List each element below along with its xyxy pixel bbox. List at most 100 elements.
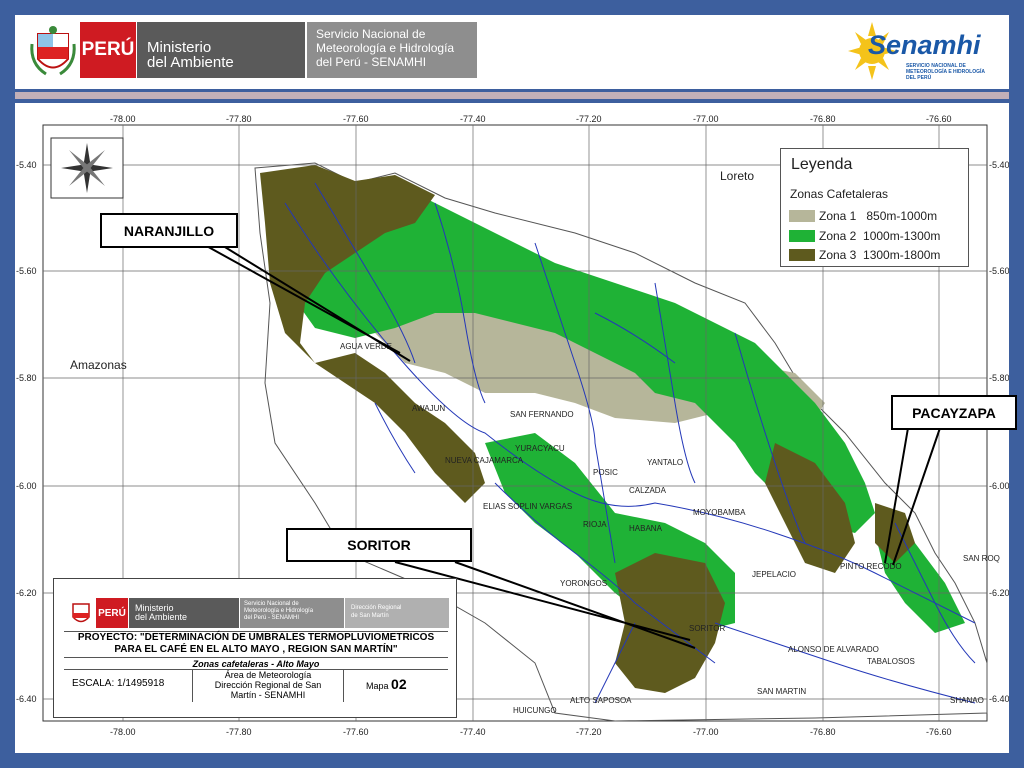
map-label: Mapa	[366, 681, 389, 691]
legend-label: Zona 2 1000m-1300m	[819, 228, 941, 243]
senamhi-line3: del Perú - SENAMHI	[316, 55, 427, 69]
area-line3: Martín - SENAMHI	[230, 690, 306, 700]
lat-tick: -5.60	[989, 266, 1009, 276]
callout-soritor: SORITOR	[286, 528, 472, 562]
legend-swatch	[789, 229, 815, 242]
lon-tick: -77.60	[343, 727, 369, 737]
senamhi-subtitle: SERVICIO NACIONAL DE METEOROLOGÍA E HIDR…	[906, 63, 985, 81]
direccion-label: Dirección Regional de San Martín	[345, 598, 449, 628]
ministerio-label: Ministerio del Ambiente	[129, 598, 239, 628]
town-label: SAN ROQ	[963, 554, 1000, 563]
compass-rose-icon	[50, 137, 124, 199]
town-label: CALZADA	[629, 486, 667, 495]
area-label: Área de Meteorología Dirección Regional …	[192, 670, 344, 702]
callout-naranjillo: NARANJILLO	[100, 213, 238, 248]
senamhi-wordmark: Senamhi	[868, 30, 981, 60]
lon-tick: -77.00	[693, 114, 719, 124]
senamhi-label: Servicio Nacional de Meteorología e Hidr…	[307, 22, 477, 78]
scale-label: ESCALA: 1/1495918	[72, 678, 165, 689]
title-block-footer: ESCALA: 1/1495918 Área de Meteorología D…	[64, 669, 448, 702]
lon-tick-labels-bottom: -78.00 -77.80 -77.60 -77.40 -77.20 -77.0…	[110, 727, 952, 737]
senamhi-line2: Meteorología e Hidrología	[244, 608, 314, 614]
lat-tick: -6.40	[16, 694, 37, 704]
town-label: POSIC	[593, 468, 618, 477]
town-label: ELIAS SOPLIN VARGAS	[483, 502, 572, 511]
town-label: SAN FERNANDO	[510, 410, 574, 419]
direccion-line2: de San Martín	[351, 613, 389, 619]
lat-tick: -5.40	[16, 160, 37, 170]
legend-swatch	[789, 209, 815, 222]
lat-tick: -6.00	[16, 481, 37, 491]
town-label: TABALOSOS	[867, 657, 915, 666]
town-label: SHANAO	[950, 696, 984, 705]
town-label: ALONSO DE ALVARADO	[788, 645, 879, 654]
area-line2: Dirección Regional de San	[214, 680, 322, 690]
town-label: SAN MARTIN	[757, 687, 806, 696]
lon-tick: -77.80	[226, 727, 252, 737]
legend-label: Zona 3 1300m-1800m	[819, 247, 941, 262]
town-label: NUEVA CAJAMARCA	[445, 456, 524, 465]
lat-tick: -5.80	[989, 373, 1009, 383]
project-line1: PROYECTO: "DETERMINACIÓN DE UMBRALES TER…	[77, 632, 435, 643]
town-label: HUICUNGO	[513, 706, 557, 715]
direccion-line1: Dirección Regional	[351, 605, 402, 611]
town-label: PINTO RECODO	[840, 562, 902, 571]
town-label: JEPELACIO	[752, 570, 796, 579]
lat-tick-labels-left: -5.40 -5.60 -5.80 -6.00 -6.20 -6.40	[16, 160, 37, 704]
header-separator	[15, 92, 1009, 99]
senamhi-line1: Servicio Nacional de	[244, 601, 299, 607]
project-title: PROYECTO: "DETERMINACIÓN DE UMBRALES TER…	[64, 631, 448, 658]
legend-item-zona1: Zona 1 850m-1000m	[789, 208, 938, 223]
lat-tick-labels-right: -5.40 -5.60 -5.80 -6.00 -6.20 -6.40	[989, 160, 1009, 704]
lon-tick: -78.00	[110, 727, 136, 737]
senamhi-line3: del Perú - SENAMHI	[244, 615, 300, 621]
legend-title: Leyenda	[791, 156, 853, 173]
ministerio-label: Ministerio del Ambiente	[137, 22, 305, 78]
legend-item-zona3: Zona 3 1300m-1800m	[789, 247, 941, 262]
senamhi-line1: Servicio Nacional de	[316, 27, 426, 41]
legend-label: Zona 1 850m-1000m	[819, 208, 938, 223]
lon-tick: -77.40	[460, 727, 486, 737]
lat-tick: -6.00	[989, 481, 1009, 491]
lon-tick-labels-top: -78.00 -77.80 -77.60 -77.40 -77.20 -77.0…	[110, 114, 952, 124]
ministerio-line2: del Ambiente	[147, 54, 234, 71]
lat-tick: -6.40	[989, 694, 1009, 704]
lon-tick: -77.80	[226, 114, 252, 124]
peru-brand: PERÚ	[80, 22, 136, 78]
senamhi-label: Servicio Nacional de Meteorología e Hidr…	[240, 598, 344, 628]
map-number-label: Mapa 02	[366, 676, 407, 692]
town-label: YURACYACU	[515, 444, 565, 453]
lon-tick: -77.20	[576, 114, 602, 124]
region-label-loreto: Loreto	[720, 169, 754, 183]
map-title-block: PERÚ Ministerio del Ambiente Servicio Na…	[53, 578, 457, 718]
lon-tick: -77.40	[460, 114, 486, 124]
peru-coat-of-arms-icon	[30, 26, 76, 76]
lat-tick: -5.80	[16, 373, 37, 383]
lat-tick: -6.20	[989, 588, 1009, 598]
town-label: SORITOR	[689, 624, 726, 633]
lat-tick: -6.20	[16, 588, 37, 598]
town-label: HABANA	[629, 524, 663, 533]
peru-coat-of-arms-icon	[72, 603, 90, 623]
legend-subtitle: Zonas Cafetaleras	[790, 187, 889, 201]
lon-tick: -77.00	[693, 727, 719, 737]
region-label-amazonas: Amazonas	[70, 358, 127, 372]
map-legend: Leyenda Zonas Cafetaleras Zona 1 850m-10…	[780, 148, 969, 267]
project-line2: PARA EL CAFÉ EN EL ALTO MAYO , REGION SA…	[114, 644, 398, 655]
town-label: ALTO SAPOSOA	[570, 696, 632, 705]
lon-tick: -76.80	[810, 727, 836, 737]
peru-brand: PERÚ	[96, 598, 128, 628]
ministerio-line1: Ministerio	[147, 39, 212, 56]
lat-tick: -5.60	[16, 266, 37, 276]
lon-tick: -76.60	[926, 114, 952, 124]
town-label: YANTALO	[647, 458, 683, 467]
town-label: MOYOBAMBA	[693, 508, 746, 517]
map-number: 02	[391, 676, 407, 692]
lat-tick: -5.40	[989, 160, 1009, 170]
title-block-logos: PERÚ Ministerio del Ambiente Servicio Na…	[64, 598, 449, 628]
lon-tick: -78.00	[110, 114, 136, 124]
lon-tick: -77.60	[343, 114, 369, 124]
town-label: RIOJA	[583, 520, 607, 529]
lon-tick: -77.20	[576, 727, 602, 737]
ministerio-line2: del Ambiente	[135, 612, 188, 622]
